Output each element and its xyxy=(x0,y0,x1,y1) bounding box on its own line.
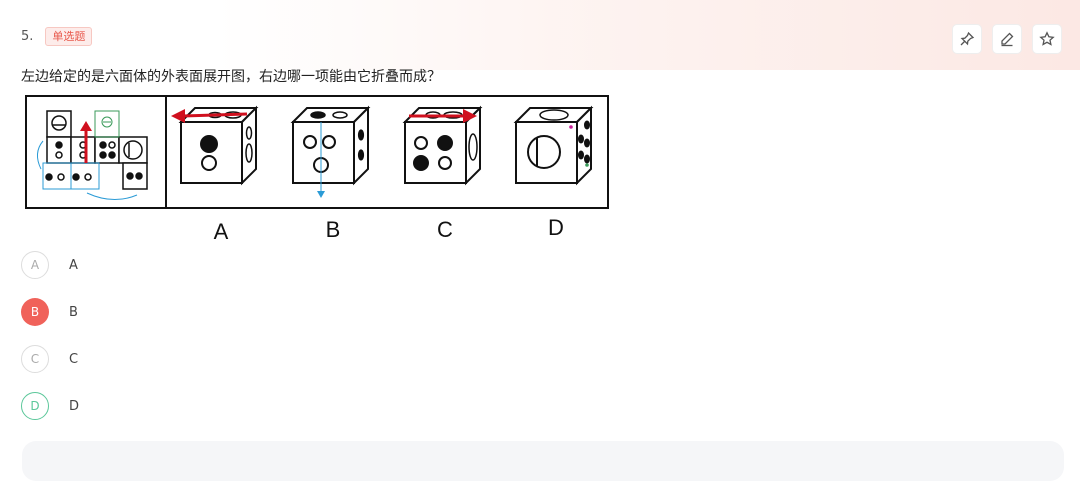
option-label: C xyxy=(69,351,79,367)
star-icon xyxy=(1039,31,1055,46)
option-bubble-correct[interactable]: D xyxy=(21,392,49,420)
answer-options: A A B B C C D D xyxy=(21,250,79,438)
option-d[interactable]: D D xyxy=(21,391,79,421)
question-figure: A B C D xyxy=(25,95,609,244)
note-button[interactable] xyxy=(992,24,1022,54)
analysis-panel xyxy=(22,441,1064,481)
option-label: B xyxy=(69,304,78,320)
option-b[interactable]: B B xyxy=(21,297,79,327)
question-stem: 左边给定的是六面体的外表面展开图，右边哪一项能由它折叠而成？ xyxy=(21,69,441,85)
pencil-icon xyxy=(1001,32,1014,47)
cube-option-a xyxy=(171,105,259,186)
question-header: 5. 单选题 xyxy=(21,27,93,46)
option-bubble-selected-wrong[interactable]: B xyxy=(21,298,49,326)
cube-option-c xyxy=(402,105,483,186)
option-bubble[interactable]: C xyxy=(21,345,49,373)
question-number: 5. xyxy=(21,29,34,44)
question-type-badge: 单选题 xyxy=(45,27,93,46)
question-toolbar xyxy=(952,24,1062,54)
option-a[interactable]: A A xyxy=(21,250,79,280)
figure-letter-b: B xyxy=(326,217,341,242)
option-bubble[interactable]: A xyxy=(21,251,49,279)
favorite-button[interactable] xyxy=(1032,24,1062,54)
option-label: D xyxy=(69,398,80,414)
figure-letter-a: A xyxy=(214,219,229,244)
pin-icon xyxy=(960,31,975,46)
header-background xyxy=(0,0,1080,70)
pin-button[interactable] xyxy=(952,24,982,54)
option-label: A xyxy=(69,257,78,273)
cube-option-d xyxy=(513,105,594,186)
option-c[interactable]: C C xyxy=(21,344,79,374)
figure-letter-d: D xyxy=(548,215,564,240)
figure-letter-c: C xyxy=(437,217,453,242)
